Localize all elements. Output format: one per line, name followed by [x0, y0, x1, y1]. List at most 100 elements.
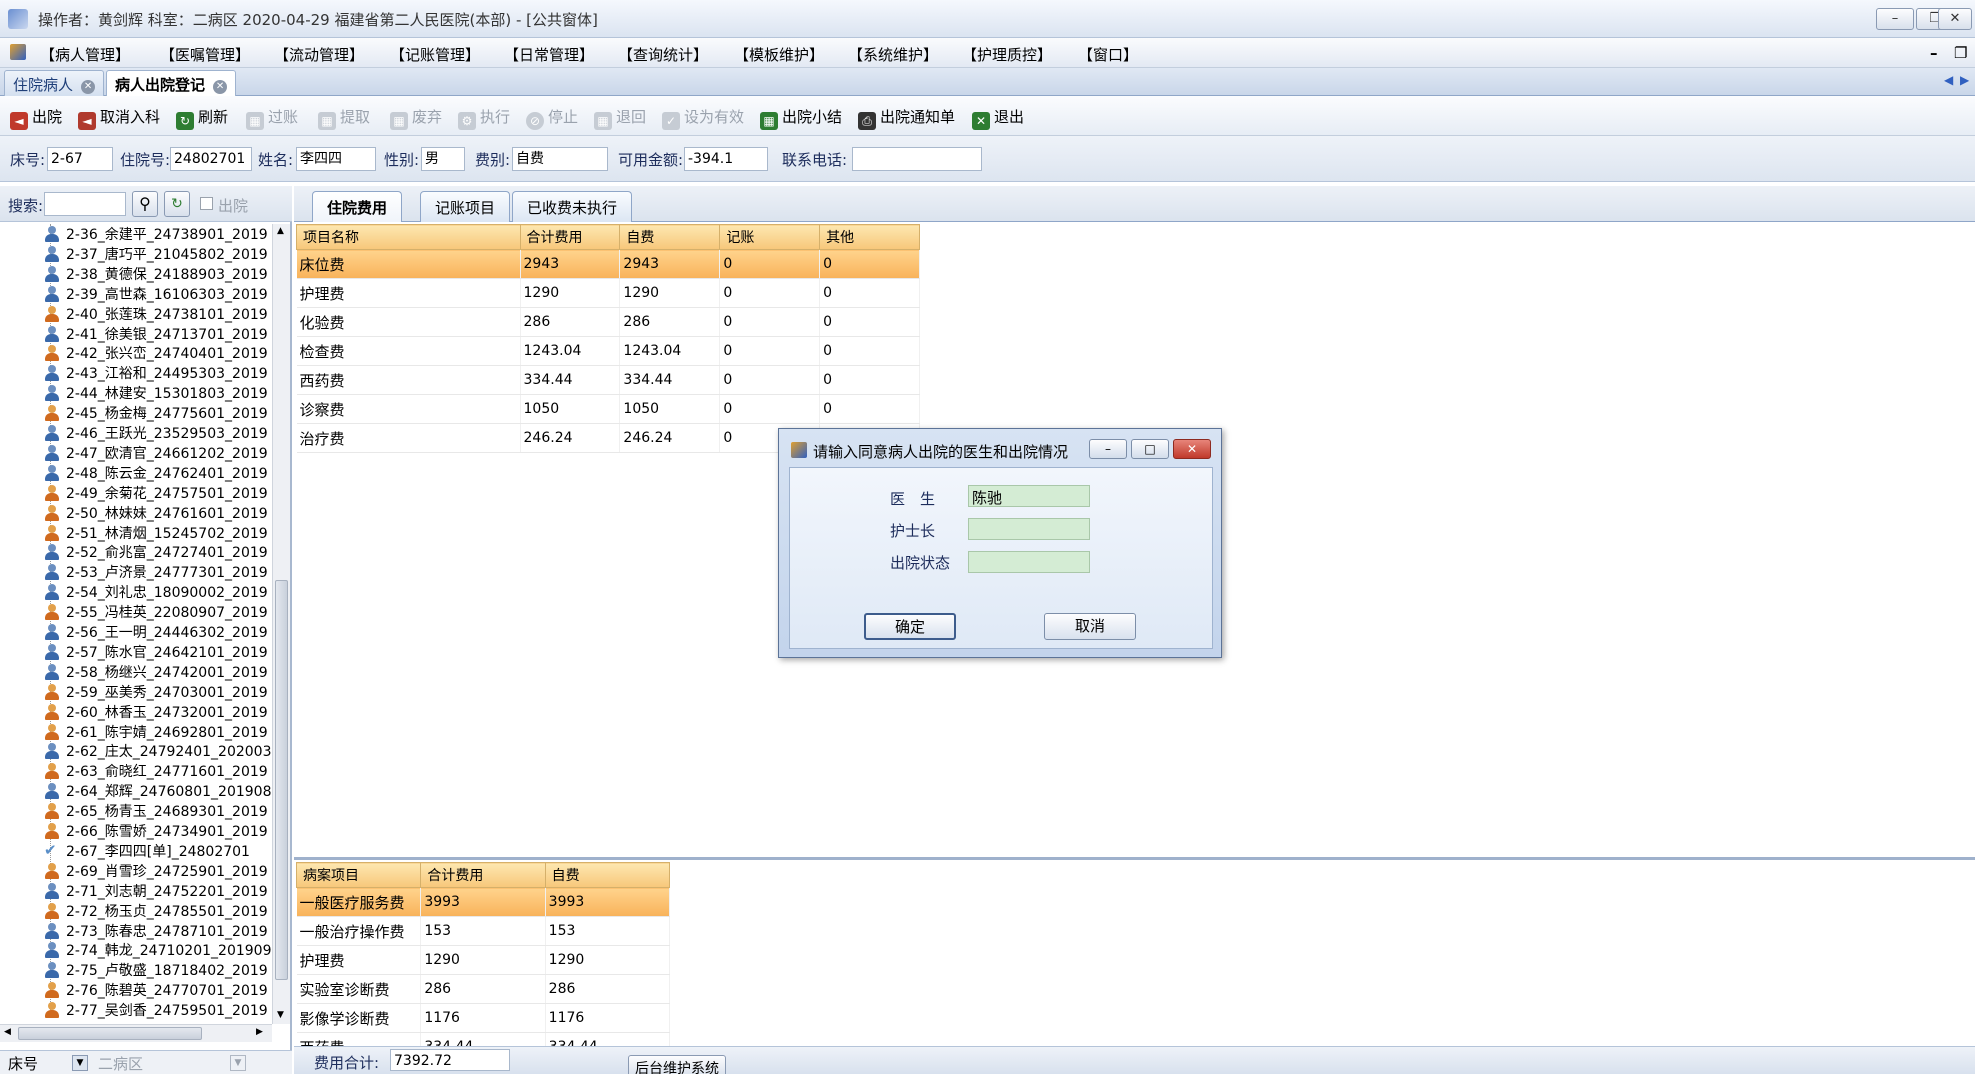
list-item[interactable]: 2-50_林妹妹_24761601_2019: [44, 503, 272, 523]
list-item[interactable]: 2-38_黄德保_24188903_2019: [44, 264, 272, 284]
balance-field[interactable]: -394.1: [684, 147, 768, 171]
table-row[interactable]: 影像学诊断费 1176 1176: [296, 1003, 671, 1033]
gender-field[interactable]: 男: [421, 147, 465, 171]
list-item[interactable]: 2-52_俞兆富_24727401_2019: [44, 542, 272, 562]
head-nurse-field[interactable]: [968, 518, 1090, 540]
exit-button[interactable]: ✕ 退出: [972, 106, 1024, 130]
table-row[interactable]: 西药费 334.44 334.44 0 0: [296, 365, 920, 395]
list-item[interactable]: 2-47_欧清官_24661202_2019: [44, 443, 272, 463]
list-item[interactable]: 2-42_张兴峦_24740401_2019: [44, 343, 272, 363]
list-item[interactable]: 2-57_陈水官_24642101_2019: [44, 642, 272, 662]
sort-field-select[interactable]: 床号: [8, 1053, 78, 1074]
discharged-checkbox[interactable]: [200, 197, 213, 210]
search-icon[interactable]: ⚲: [132, 191, 158, 217]
mdi-restore-icon[interactable]: ❐: [1954, 44, 1967, 62]
list-item[interactable]: 2-74_韩龙_24710201_201909: [44, 940, 272, 960]
scroll-up-icon[interactable]: ▲: [277, 226, 284, 236]
list-item[interactable]: 2-66_陈雪娇_24734901_2019: [44, 821, 272, 841]
scroll-left-icon[interactable]: ◀: [4, 1027, 11, 1037]
tab-paid-not-executed[interactable]: 已收费未执行: [512, 191, 633, 222]
list-item[interactable]: 2-69_肖雪珍_24725901_2019: [44, 861, 272, 881]
menu-template[interactable]: 【模板维护】: [734, 44, 824, 65]
list-item[interactable]: 2-45_杨金梅_24775601_2019: [44, 403, 272, 423]
column-header[interactable]: 合计费用: [420, 862, 546, 888]
table-row[interactable]: 一般治疗操作费 153 153: [296, 916, 671, 946]
menu-billing[interactable]: 【记账管理】: [390, 44, 480, 65]
table-row[interactable]: 诊察费 1050 1050 0 0: [296, 394, 920, 424]
list-item[interactable]: 2-44_林建安_15301803_2019: [44, 383, 272, 403]
tab-scroll-left-icon[interactable]: ◀: [1944, 73, 1953, 87]
cancel-admission-button[interactable]: ◄ 取消入科: [78, 106, 160, 130]
tree-horizontal-scrollbar[interactable]: ◀ ▶: [0, 1024, 272, 1042]
refresh-button[interactable]: ↻ 刷新: [176, 106, 228, 130]
set-valid-button[interactable]: ✓ 设为有效: [662, 106, 744, 130]
name-field[interactable]: 李四四: [296, 147, 376, 171]
list-item[interactable]: 2-48_陈云金_24762401_2019: [44, 463, 272, 483]
column-header[interactable]: 其他: [819, 224, 920, 250]
list-item[interactable]: 2-76_陈碧英_24770701_2019: [44, 980, 272, 1000]
search-input[interactable]: [44, 192, 126, 216]
chevron-down-icon[interactable]: ▼: [72, 1055, 88, 1071]
list-item[interactable]: ✔ 2-67_李四四[单]_24802701: [44, 841, 272, 861]
column-header[interactable]: 病案项目: [295, 862, 422, 888]
dialog-maximize-button[interactable]: □: [1131, 439, 1169, 459]
scroll-down-icon[interactable]: ▼: [277, 1010, 284, 1020]
bed-field[interactable]: 2-67: [47, 147, 113, 171]
tab-inpatient-fees[interactable]: 住院费用: [312, 191, 403, 222]
refresh-list-icon[interactable]: ↻: [164, 191, 190, 217]
menu-system[interactable]: 【系统维护】: [848, 44, 938, 65]
discharge-summary-button[interactable]: ▦ 出院小结: [760, 106, 842, 130]
minimize-button[interactable]: –: [1876, 8, 1914, 30]
list-item[interactable]: 2-36_余建平_24738901_2019: [44, 224, 272, 244]
menu-nursing-qc[interactable]: 【护理质控】: [962, 44, 1052, 65]
close-icon[interactable]: ✕: [213, 80, 228, 94]
list-item[interactable]: 2-56_王一明_24446302_2019: [44, 622, 272, 642]
list-item[interactable]: 2-53_卢济景_24777301_2019: [44, 562, 272, 582]
list-item[interactable]: 2-71_刘志朝_24752201_2019: [44, 881, 272, 901]
list-item[interactable]: 2-43_江裕和_24495303_2019: [44, 363, 272, 383]
fee-type-field[interactable]: 自费: [512, 147, 608, 171]
discharge-button[interactable]: ◄ 出院: [10, 106, 62, 130]
menu-flow[interactable]: 【流动管理】: [274, 44, 364, 65]
tab-scroll-right-icon[interactable]: ▶: [1960, 73, 1969, 87]
ward-select[interactable]: 二病区: [98, 1053, 228, 1074]
list-item[interactable]: 2-59_巫美秀_24703001_2019: [44, 682, 272, 702]
scroll-right-icon[interactable]: ▶: [256, 1027, 263, 1037]
tab-inpatients[interactable]: 住院病人 ✕: [4, 70, 105, 96]
table-row[interactable]: 实验室诊断费 286 286: [296, 974, 671, 1004]
list-item[interactable]: 2-60_林香玉_24732001_2019: [44, 702, 272, 722]
cancel-button[interactable]: 取消: [1044, 613, 1136, 640]
chevron-down-icon[interactable]: ▼: [230, 1055, 246, 1071]
scroll-thumb[interactable]: [275, 580, 288, 980]
discharge-status-field[interactable]: [968, 551, 1090, 573]
table-row[interactable]: 床位费 2943 2943 0 0: [296, 249, 920, 279]
close-icon[interactable]: ✕: [81, 80, 96, 94]
table-row[interactable]: 护理费 1290 1290: [296, 945, 671, 975]
list-item[interactable]: 2-55_冯桂英_22080907_2019: [44, 602, 272, 622]
ok-button[interactable]: 确定: [864, 613, 956, 640]
dialog-close-button[interactable]: ✕: [1173, 439, 1211, 459]
mdi-minimize-icon[interactable]: –: [1930, 44, 1938, 62]
tree-vertical-scrollbar[interactable]: ▲ ▼: [272, 224, 290, 1024]
dialog-minimize-button[interactable]: –: [1089, 439, 1127, 459]
table-row[interactable]: 化验费 286 286 0 0: [296, 307, 920, 337]
column-header[interactable]: 项目名称: [296, 224, 521, 250]
inpatient-no-field[interactable]: 24802701: [170, 147, 252, 171]
menu-orders[interactable]: 【医嘱管理】: [160, 44, 250, 65]
phone-field[interactable]: [852, 147, 982, 171]
menu-daily[interactable]: 【日常管理】: [504, 44, 594, 65]
list-item[interactable]: 2-63_俞晓红_24771601_2019: [44, 761, 272, 781]
discard-button[interactable]: ▦ 废弃: [390, 106, 442, 130]
tab-discharge-registration[interactable]: 病人出院登记 ✕: [106, 70, 237, 96]
list-item[interactable]: 2-77_吴剑香_24759501_2019: [44, 1000, 272, 1020]
menu-query[interactable]: 【查询统计】: [618, 44, 708, 65]
stop-button[interactable]: ⊘ 停止: [526, 106, 578, 130]
return-button[interactable]: ▦ 退回: [594, 106, 646, 130]
close-button[interactable]: ✕: [1938, 8, 1972, 30]
menu-window[interactable]: 【窗口】: [1078, 44, 1138, 65]
post-button[interactable]: ▦ 过账: [246, 106, 298, 130]
list-item[interactable]: 2-46_王跃光_23529503_2019: [44, 423, 272, 443]
list-item[interactable]: 2-40_张莲珠_24738101_2019: [44, 304, 272, 324]
table-row[interactable]: 护理费 1290 1290 0 0: [296, 278, 920, 308]
list-item[interactable]: 2-72_杨玉贞_24785501_2019: [44, 901, 272, 921]
